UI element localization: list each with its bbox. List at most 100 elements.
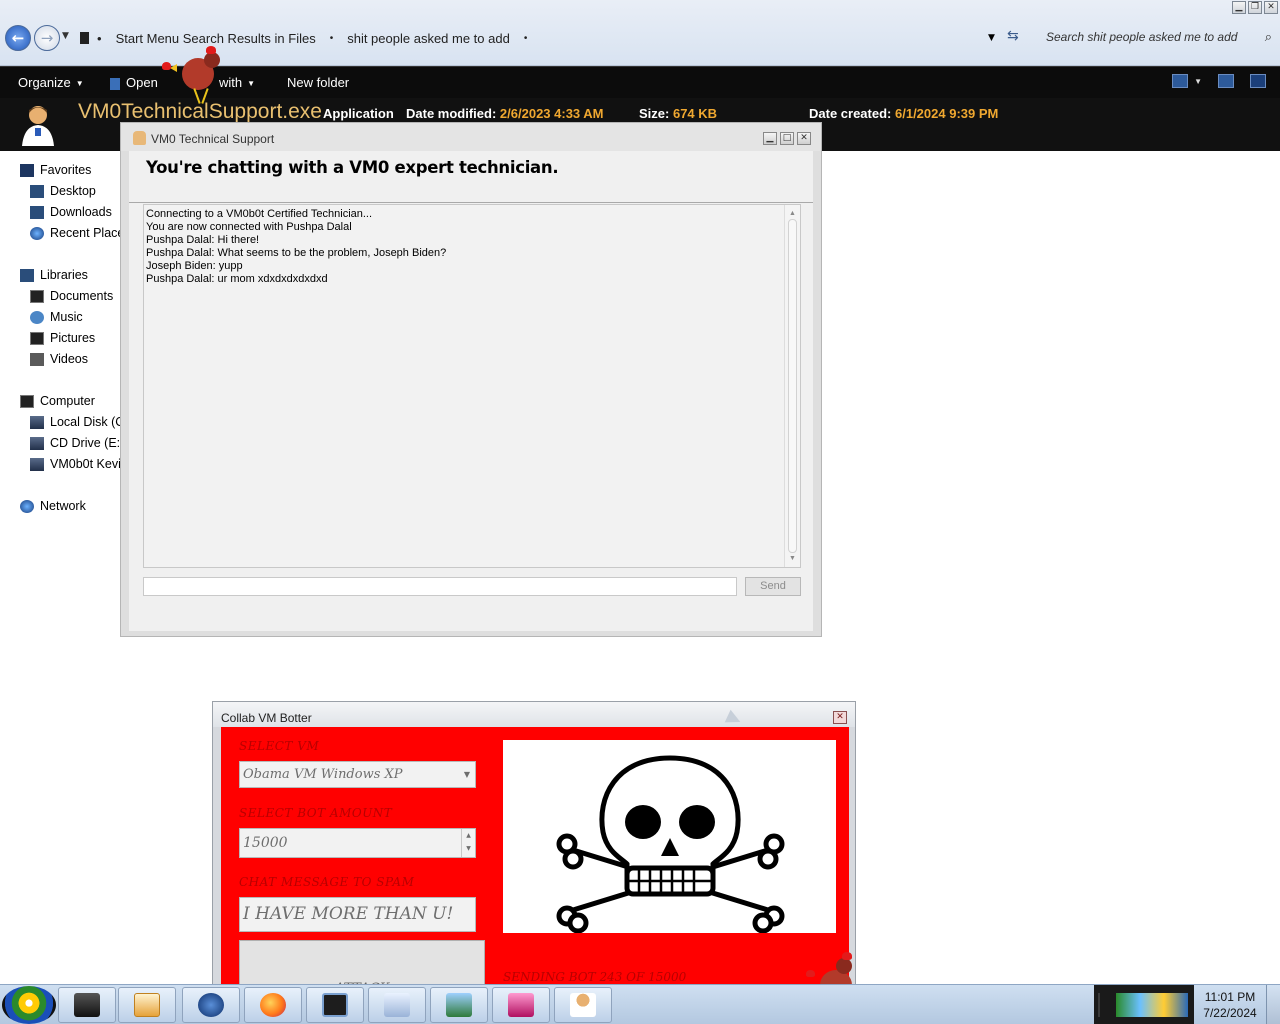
maximize-button[interactable]: ❐ [1248, 1, 1262, 14]
chevron-down-icon[interactable]: ▼ [1194, 77, 1202, 86]
nav-computer[interactable]: Computer [20, 394, 95, 408]
network-icon [20, 499, 34, 513]
taskbar-item-firefox[interactable] [244, 987, 302, 1023]
technician-icon [570, 993, 596, 1017]
breadcrumb-separator: • [523, 32, 528, 44]
taskbar-item-photos[interactable] [430, 987, 488, 1023]
breadcrumb[interactable]: • Start Menu Search Results in Files • s… [80, 29, 541, 47]
search-input[interactable]: Search shit people asked me to add ⌕ [1038, 28, 1276, 48]
date-created-value: 6/1/2024 9:39 PM [895, 106, 999, 121]
size-value: 674 KB [672, 106, 718, 121]
skull-and-crossbones-icon [556, 755, 785, 934]
chevron-down-icon: ▼ [247, 79, 256, 89]
taskbar: 11:01 PM 7/22/2024 [0, 984, 1280, 1024]
spam-message-label: CHAT MESSAGE TO SPAM [239, 875, 415, 889]
chat-message: Pushpa Dalal: What seems to be the probl… [146, 247, 447, 259]
breadcrumb-item-folder[interactable]: shit people asked me to add [347, 31, 510, 46]
nav-label: CD Drive (E:) [50, 436, 120, 450]
chat-message-input[interactable] [143, 577, 737, 596]
minimize-button[interactable]: ▁ [1232, 1, 1246, 14]
nav-label: Pictures [50, 331, 96, 345]
search-placeholder: Search shit people asked me to add [1046, 30, 1238, 44]
back-button[interactable]: ← [5, 25, 31, 51]
nav-favorites[interactable]: Favorites [20, 163, 91, 177]
nav-recent-places[interactable]: Recent Places [30, 226, 120, 240]
nav-downloads[interactable]: Downloads [30, 205, 112, 219]
select-vm-label: SELECT VM [239, 739, 320, 753]
taskbar-item-explorer[interactable] [58, 987, 116, 1023]
tray-separator [1098, 993, 1108, 1017]
chat-client-area: You're chatting with a VM0 expert techni… [129, 151, 813, 631]
monitor-icon [322, 993, 348, 1017]
close-button[interactable]: ✕ [1264, 1, 1278, 14]
address-history-dropdown[interactable]: ▼ [988, 33, 995, 43]
taskbar-item-app[interactable] [492, 987, 550, 1023]
nav-cd-drive[interactable]: CD Drive (E:) [30, 436, 120, 450]
nav-music[interactable]: Music [30, 310, 83, 324]
taskbar-item-media-player[interactable] [118, 987, 176, 1023]
technician-app-icon [22, 106, 54, 146]
forward-button[interactable]: → [34, 25, 60, 51]
recent-pages-dropdown[interactable]: ▼ [62, 31, 69, 41]
downloads-icon [30, 205, 44, 219]
minimize-button[interactable]: ▁ [763, 132, 777, 145]
tray-icons[interactable] [1116, 993, 1188, 1017]
maximize-button[interactable]: □ [780, 132, 794, 145]
desktop-icon [30, 184, 44, 198]
divider [129, 202, 813, 203]
chevron-down-icon[interactable]: ▼ [464, 762, 470, 787]
window-titlebar[interactable]: VM0 Technical Support ▁ □ ✕ [121, 123, 821, 151]
search-icon[interactable]: ⌕ [1265, 29, 1272, 45]
nav-vm-drive[interactable]: VM0b0t Kevin [30, 457, 120, 471]
nav-videos[interactable]: Videos [30, 352, 88, 366]
chevron-down-icon: ▼ [75, 79, 84, 89]
open-button[interactable]: Open [110, 75, 158, 90]
send-button[interactable]: Send [745, 577, 801, 596]
vertical-scrollbar[interactable]: ▲ ▼ [784, 205, 800, 567]
bot-amount-label: SELECT BOT AMOUNT [239, 806, 393, 820]
nav-desktop[interactable]: Desktop [30, 184, 96, 198]
refresh-icon[interactable]: ⇆ [1007, 28, 1019, 44]
new-folder-button[interactable]: New folder [287, 75, 349, 90]
clock-time: 11:01 PM [1204, 990, 1256, 1004]
window-titlebar[interactable]: Collab VM Botter ✕ [213, 702, 855, 729]
help-icon[interactable] [1250, 74, 1266, 88]
navigation-pane: Favorites Desktop Downloads Recent Place… [0, 152, 120, 592]
date-created: Date created: 6/1/2024 9:39 PM [809, 106, 998, 121]
start-button[interactable] [2, 986, 56, 1024]
nav-network[interactable]: Network [20, 499, 86, 513]
breadcrumb-separator: • [329, 32, 334, 44]
explorer-caption-buttons: ▁ ❐ ✕ [1232, 1, 1278, 14]
close-button[interactable]: ✕ [797, 132, 811, 145]
spin-arrows-icon[interactable]: ▲ ▼ [461, 829, 475, 857]
taskbar-item-keyboard[interactable] [368, 987, 426, 1023]
scroll-down-icon[interactable]: ▼ [789, 552, 796, 565]
taskbar-item-terminal[interactable] [306, 987, 364, 1023]
nav-libraries[interactable]: Libraries [20, 268, 88, 282]
computer-icon [20, 394, 34, 408]
vm-select-value: Obama VM Windows XP [243, 767, 403, 782]
nav-label: Desktop [50, 184, 96, 198]
file-type-value: Application [323, 106, 394, 121]
skull-image [503, 740, 836, 934]
taskbar-item-technical-support[interactable] [554, 987, 612, 1023]
scroll-track[interactable] [788, 219, 797, 553]
clock[interactable]: 11:01 PM 7/22/2024 [1196, 989, 1264, 1021]
nav-documents[interactable]: Documents [30, 289, 113, 303]
spam-message-input[interactable]: I HAVE MORE THAN U! [239, 897, 476, 932]
taskbar-item-browser[interactable] [182, 987, 240, 1023]
bot-amount-stepper[interactable]: 15000 ▲ ▼ [239, 828, 476, 858]
change-view-icon[interactable] [1172, 74, 1189, 88]
show-desktop-button[interactable] [1266, 985, 1280, 1024]
preview-pane-icon[interactable] [1218, 74, 1234, 88]
application-icon [110, 77, 120, 90]
open-label: Open [126, 75, 158, 90]
nav-local-disk[interactable]: Local Disk (C:) [30, 415, 120, 429]
vm-select[interactable]: Obama VM Windows XP ▼ [239, 761, 476, 788]
close-button[interactable]: ✕ [833, 711, 847, 724]
organize-menu[interactable]: Organize ▼ [18, 75, 84, 90]
black-box-icon [74, 993, 100, 1017]
clock-date: 7/22/2024 [1203, 1006, 1257, 1020]
nav-pictures[interactable]: Pictures [30, 331, 95, 345]
chat-log[interactable]: Connecting to a VM0b0t Certified Technic… [143, 204, 801, 568]
